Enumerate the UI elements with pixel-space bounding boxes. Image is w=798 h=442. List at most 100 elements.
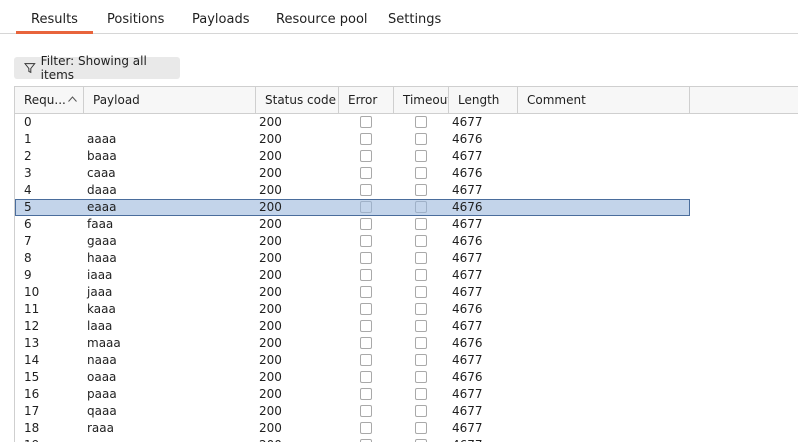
tab-payloads[interactable]: Payloads bbox=[192, 0, 249, 34]
cell-length: 4676 bbox=[452, 166, 483, 180]
filter-bar[interactable]: Filter: Showing all items bbox=[14, 54, 180, 82]
error-checkbox bbox=[360, 354, 372, 366]
cell-status-code: 200 bbox=[259, 421, 282, 435]
cell-payload: gaaa bbox=[87, 234, 117, 248]
timeout-checkbox bbox=[415, 405, 427, 417]
cell-request: 5 bbox=[24, 200, 32, 214]
cell-payload: naaa bbox=[87, 353, 117, 367]
cell-payload: paaa bbox=[87, 387, 117, 401]
error-checkbox bbox=[360, 167, 372, 179]
cell-status-code: 200 bbox=[259, 234, 282, 248]
table-row[interactable]: 9 iaaa 200 4677 bbox=[15, 267, 690, 284]
cell-status-code: 200 bbox=[259, 251, 282, 265]
table-row[interactable]: 18 raaa 200 4677 bbox=[15, 420, 690, 437]
error-checkbox bbox=[360, 269, 372, 281]
filter-label: Filter: Showing all items bbox=[40, 54, 147, 82]
cell-payload: eaaa bbox=[87, 200, 117, 214]
column-header-request[interactable]: Requ... bbox=[15, 87, 84, 113]
table-row[interactable]: 13 maaa 200 4676 bbox=[15, 335, 690, 352]
table-row[interactable]: 14 naaa 200 4677 bbox=[15, 352, 690, 369]
table-row[interactable]: 2 baaa 200 4677 bbox=[15, 148, 690, 165]
cell-status-code: 200 bbox=[259, 370, 282, 384]
column-header-payload[interactable]: Payload bbox=[84, 87, 256, 113]
timeout-checkbox bbox=[415, 218, 427, 230]
error-checkbox bbox=[360, 422, 372, 434]
table-row[interactable]: 1 aaaa 200 4676 bbox=[15, 131, 690, 148]
cell-request: 1 bbox=[24, 132, 32, 146]
tab-positions[interactable]: Positions bbox=[107, 0, 164, 34]
table-row[interactable]: 4 daaa 200 4677 bbox=[15, 182, 690, 199]
cell-length: 4676 bbox=[452, 370, 483, 384]
tab-settings[interactable]: Settings bbox=[388, 0, 441, 34]
sort-ascending-icon bbox=[68, 96, 77, 102]
error-checkbox bbox=[360, 405, 372, 417]
error-checkbox bbox=[360, 235, 372, 247]
cell-payload: baaa bbox=[87, 149, 117, 163]
timeout-checkbox bbox=[415, 320, 427, 332]
cell-length: 4677 bbox=[452, 183, 483, 197]
error-checkbox bbox=[360, 150, 372, 162]
error-checkbox bbox=[360, 371, 372, 383]
cell-length: 4677 bbox=[452, 353, 483, 367]
table-row[interactable]: 19 saaa 200 4677 bbox=[15, 437, 690, 442]
cell-status-code: 200 bbox=[259, 115, 282, 129]
table-row[interactable]: 6 faaa 200 4677 bbox=[15, 216, 690, 233]
cell-length: 4676 bbox=[452, 336, 483, 350]
cell-status-code: 200 bbox=[259, 183, 282, 197]
table-row[interactable]: 8 haaa 200 4677 bbox=[15, 250, 690, 267]
cell-request: 3 bbox=[24, 166, 32, 180]
table-row[interactable]: 5 eaaa 200 4676 bbox=[15, 199, 690, 216]
cell-request: 14 bbox=[24, 353, 40, 367]
cell-request: 17 bbox=[24, 404, 40, 418]
cell-request: 6 bbox=[24, 217, 32, 231]
cell-request: 4 bbox=[24, 183, 32, 197]
cell-status-code: 200 bbox=[259, 319, 282, 333]
timeout-checkbox bbox=[415, 337, 427, 349]
cell-status-code: 200 bbox=[259, 285, 282, 299]
column-header-status-code[interactable]: Status code bbox=[256, 87, 339, 113]
cell-status-code: 200 bbox=[259, 336, 282, 350]
cell-payload: caaa bbox=[87, 166, 116, 180]
error-checkbox bbox=[360, 133, 372, 145]
cell-status-code: 200 bbox=[259, 302, 282, 316]
column-header-comment[interactable]: Comment bbox=[518, 87, 690, 113]
cell-status-code: 200 bbox=[259, 268, 282, 282]
table-row[interactable]: 15 oaaa 200 4676 bbox=[15, 369, 690, 386]
tab-results[interactable]: Results bbox=[16, 0, 93, 34]
cell-length: 4677 bbox=[452, 285, 483, 299]
table-row[interactable]: 10 jaaa 200 4677 bbox=[15, 284, 690, 301]
table-row[interactable]: 17 qaaa 200 4677 bbox=[15, 403, 690, 420]
timeout-checkbox bbox=[415, 303, 427, 315]
table-row[interactable]: 16 paaa 200 4677 bbox=[15, 386, 690, 403]
cell-request: 10 bbox=[24, 285, 40, 299]
table-row[interactable]: 0 200 4677 bbox=[15, 114, 690, 131]
cell-status-code: 200 bbox=[259, 132, 282, 146]
table-row[interactable]: 7 gaaa 200 4676 bbox=[15, 233, 690, 250]
column-header-request-label: Requ... bbox=[24, 93, 66, 107]
error-checkbox bbox=[360, 116, 372, 128]
cell-request: 9 bbox=[24, 268, 32, 282]
cell-length: 4676 bbox=[452, 234, 483, 248]
cell-length: 4677 bbox=[452, 251, 483, 265]
error-checkbox bbox=[360, 184, 372, 196]
timeout-checkbox bbox=[415, 184, 427, 196]
timeout-checkbox bbox=[415, 201, 427, 213]
cell-length: 4677 bbox=[452, 387, 483, 401]
cell-request: 8 bbox=[24, 251, 32, 265]
column-header-timeout[interactable]: Timeout bbox=[394, 87, 449, 113]
cell-payload: maaa bbox=[87, 336, 121, 350]
results-table: Requ... Payload Status code Error Timeou… bbox=[14, 86, 798, 442]
error-checkbox bbox=[360, 218, 372, 230]
column-header-length[interactable]: Length bbox=[449, 87, 518, 113]
table-row[interactable]: 3 caaa 200 4676 bbox=[15, 165, 690, 182]
cell-request: 15 bbox=[24, 370, 40, 384]
cell-length: 4676 bbox=[452, 302, 483, 316]
table-row[interactable]: 12 laaa 200 4677 bbox=[15, 318, 690, 335]
cell-request: 18 bbox=[24, 421, 40, 435]
table-row[interactable]: 11 kaaa 200 4676 bbox=[15, 301, 690, 318]
column-header-error[interactable]: Error bbox=[339, 87, 394, 113]
cell-length: 4677 bbox=[452, 149, 483, 163]
cell-request: 19 bbox=[24, 437, 39, 442]
tab-resource-pool[interactable]: Resource pool bbox=[276, 0, 368, 34]
cell-length: 4676 bbox=[452, 200, 483, 214]
